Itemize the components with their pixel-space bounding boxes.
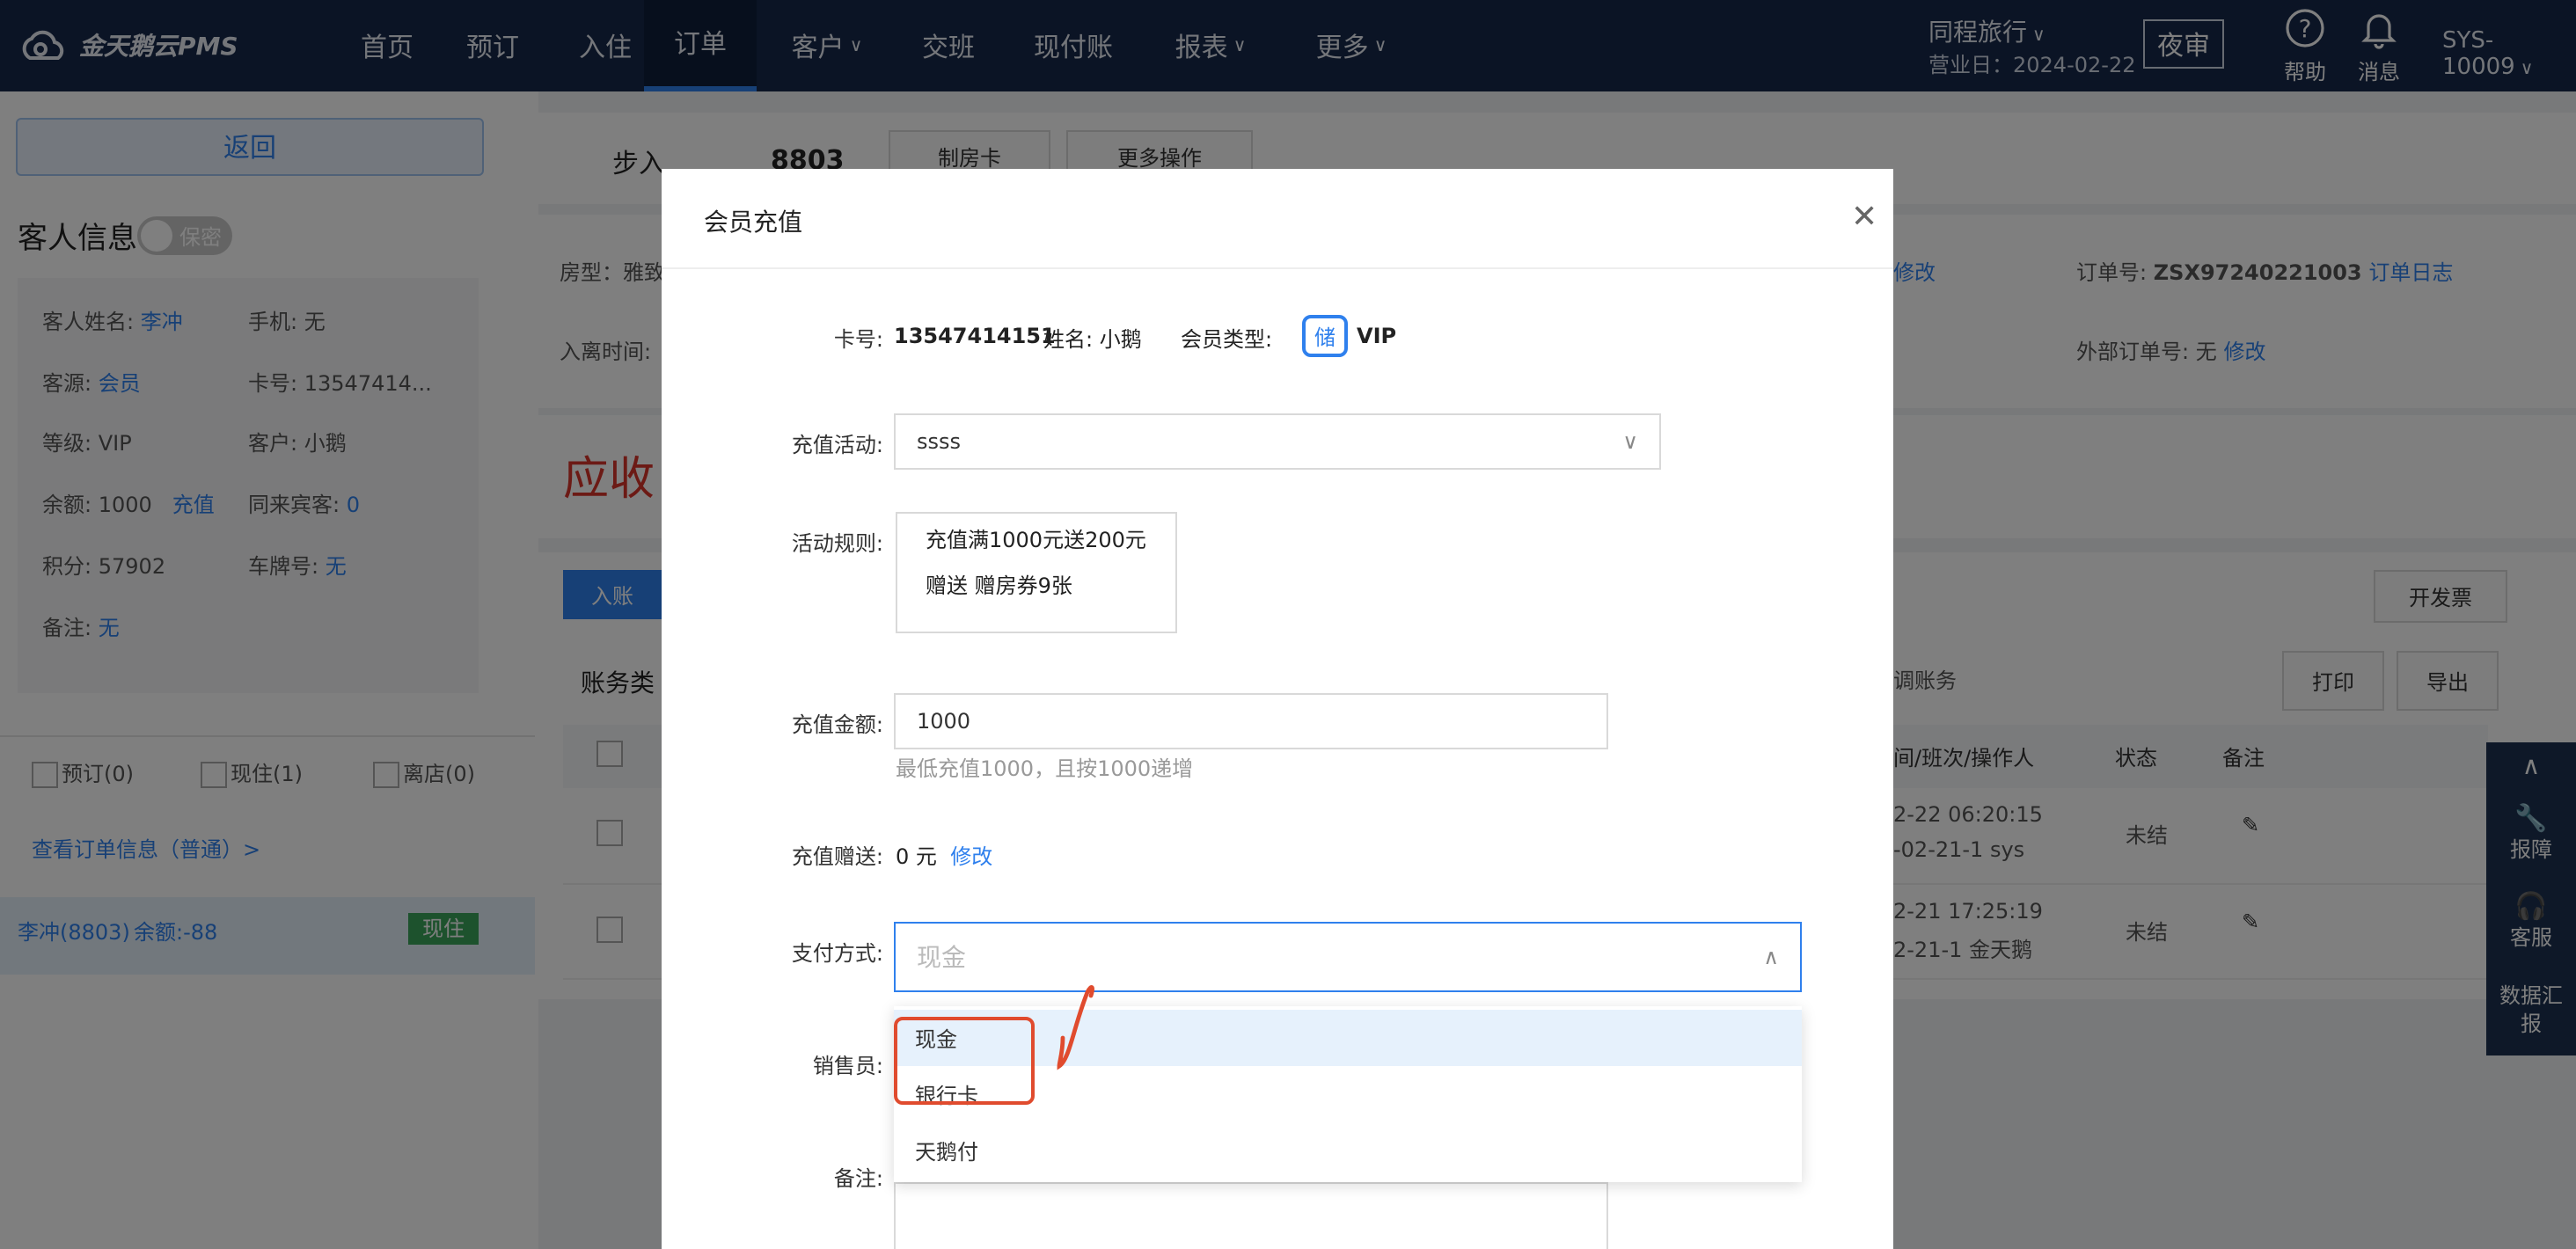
annotation-checkmark [1057, 985, 1095, 1070]
rule-line: 赠送 赠房券9张 [926, 573, 1072, 598]
rules-box: 充值满1000元送200元 赠送 赠房券9张 [896, 512, 1177, 633]
payment-option-swanpay[interactable]: 天鹅付 [894, 1122, 1802, 1179]
annotation-box [894, 1017, 1035, 1105]
placeholder: 现金 [917, 945, 966, 973]
card-number: 13547414151 [894, 324, 1056, 348]
activity-select[interactable]: ssss ∨ [894, 413, 1661, 470]
stored-value-tag: 储 [1302, 315, 1348, 357]
remark-label: 备注: [833, 1166, 883, 1191]
dialog-title: 会员充值 [704, 209, 802, 237]
member-type: VIP [1357, 324, 1397, 348]
bonus-modify-link[interactable]: 修改 [950, 844, 992, 869]
salesperson-label: 销售员: [812, 1054, 883, 1078]
amount-hint: 最低充值1000，且按1000递增 [896, 756, 1194, 781]
bonus-value: 0 元 [896, 844, 937, 869]
member-type-label: 会员类型: [1181, 327, 1273, 352]
divider [662, 267, 1893, 269]
chevron-down-icon: ∨ [1622, 429, 1638, 454]
activity-label: 充值活动: [791, 433, 883, 457]
selected-value: ssss [917, 429, 962, 454]
payment-label: 支付方式: [791, 941, 883, 966]
name-value: 小鹅 [1099, 327, 1142, 352]
bonus-label: 充值赠送: [791, 844, 883, 869]
rule-line: 充值满1000元送200元 [926, 528, 1146, 552]
amount-label: 充值金额: [791, 712, 883, 737]
rules-label: 活动规则: [791, 531, 883, 556]
card-label: 卡号: [833, 327, 883, 352]
label: 姓名: [1043, 327, 1094, 352]
bonus-row: 0 元 修改 [896, 841, 992, 871]
chevron-up-icon: ∧ [1763, 945, 1779, 969]
payment-select[interactable]: 现金 ∧ [894, 922, 1802, 992]
close-icon[interactable]: ✕ [1851, 199, 1877, 236]
amount-input[interactable]: 1000 [894, 693, 1608, 749]
remark-textarea[interactable] [894, 1182, 1608, 1249]
name-row: 姓名: 小鹅 [1043, 324, 1142, 354]
